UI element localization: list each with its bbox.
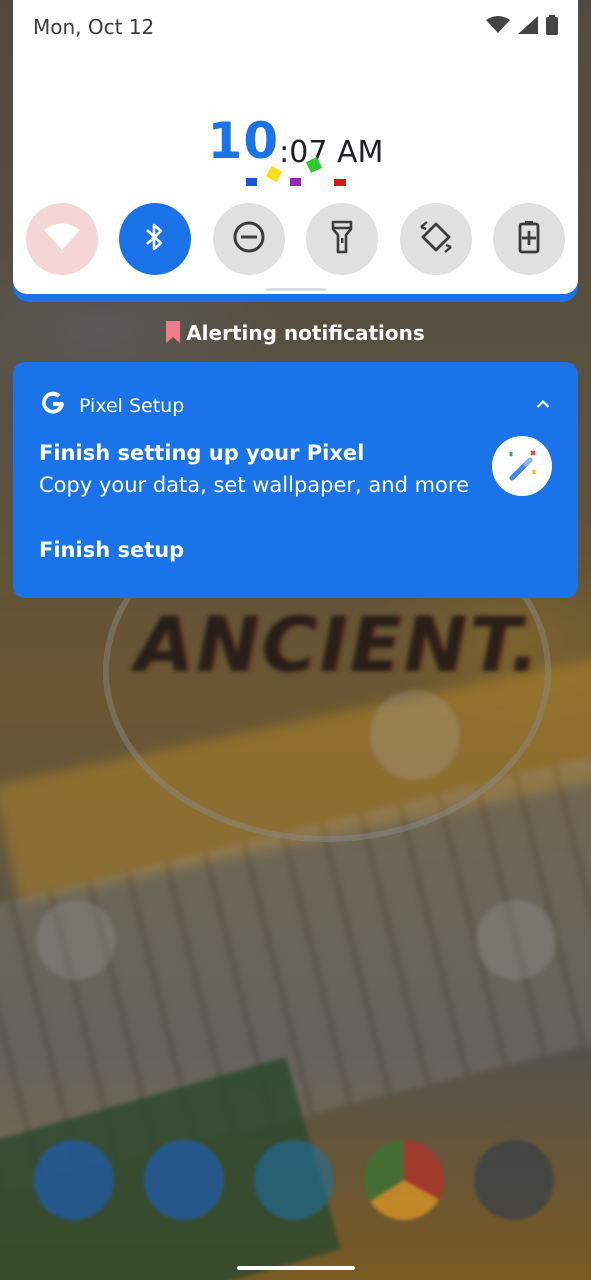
battery-saver-icon: [518, 220, 540, 258]
do-not-disturb-tile[interactable]: [212, 203, 285, 275]
auto-rotate-tile[interactable]: [399, 203, 472, 275]
section-header-label: Alerting notifications: [186, 321, 425, 345]
google-g-icon: [39, 390, 67, 422]
wifi-icon: [486, 16, 510, 38]
finish-setup-button[interactable]: Finish setup: [39, 538, 184, 562]
home-icon-play-store: [476, 900, 556, 980]
bluetooth-icon: [143, 221, 167, 257]
wallpaper-blob: [370, 690, 460, 780]
confetti-blue: [246, 178, 257, 186]
clock-confetti: [243, 157, 363, 190]
setup-wand-icon: [492, 436, 552, 496]
panel-drag-handle[interactable]: [266, 288, 326, 291]
battery-icon: [546, 15, 558, 39]
dock-clock-icon: [474, 1140, 554, 1220]
auto-rotate-icon: [418, 219, 454, 259]
cellular-signal-icon: [518, 16, 538, 38]
expand-collapse-chevron-icon[interactable]: [536, 394, 550, 413]
notification-app-header: Pixel Setup: [39, 390, 184, 422]
wifi-tile[interactable]: [26, 203, 98, 275]
gesture-nav-bar[interactable]: [237, 1266, 355, 1270]
flashlight-tile[interactable]: [306, 203, 379, 275]
dock: [34, 1140, 554, 1220]
quick-settings-tiles: [26, 203, 565, 275]
dock-phone-icon: [34, 1140, 114, 1220]
battery-saver-tile[interactable]: [492, 203, 565, 275]
home-icon-google: [36, 900, 116, 980]
confetti-purple: [290, 178, 301, 186]
dock-messages-icon: [144, 1140, 224, 1220]
flashlight-icon: [331, 220, 353, 258]
bluetooth-tile[interactable]: [119, 203, 192, 275]
notification-app-name: Pixel Setup: [79, 395, 185, 417]
confetti-red: [334, 179, 346, 186]
wifi-icon: [43, 222, 81, 256]
quick-settings-surface: Mon, Oct 12 10:07 AM: [13, 0, 578, 294]
confetti-yellow: [265, 165, 283, 183]
wallpaper-text: ANCIENT.: [135, 600, 541, 689]
pixel-setup-notification[interactable]: Pixel Setup Finish setting up your Pixel…: [13, 362, 578, 598]
date-label: Mon, Oct 12: [33, 15, 155, 39]
quick-settings-panel: Mon, Oct 12 10:07 AM: [13, 0, 578, 302]
do-not-disturb-icon: [232, 220, 266, 258]
notification-section-header: Alerting notifications: [0, 321, 591, 348]
notification-title: Finish setting up your Pixel: [39, 441, 365, 465]
dock-contacts-icon: [254, 1140, 334, 1220]
notification-text: Copy your data, set wallpaper, and more: [39, 473, 469, 497]
confetti-green: [306, 157, 322, 173]
dock-chrome-icon: [364, 1140, 444, 1220]
status-icons: [486, 15, 558, 39]
bookmark-icon: [166, 321, 181, 348]
